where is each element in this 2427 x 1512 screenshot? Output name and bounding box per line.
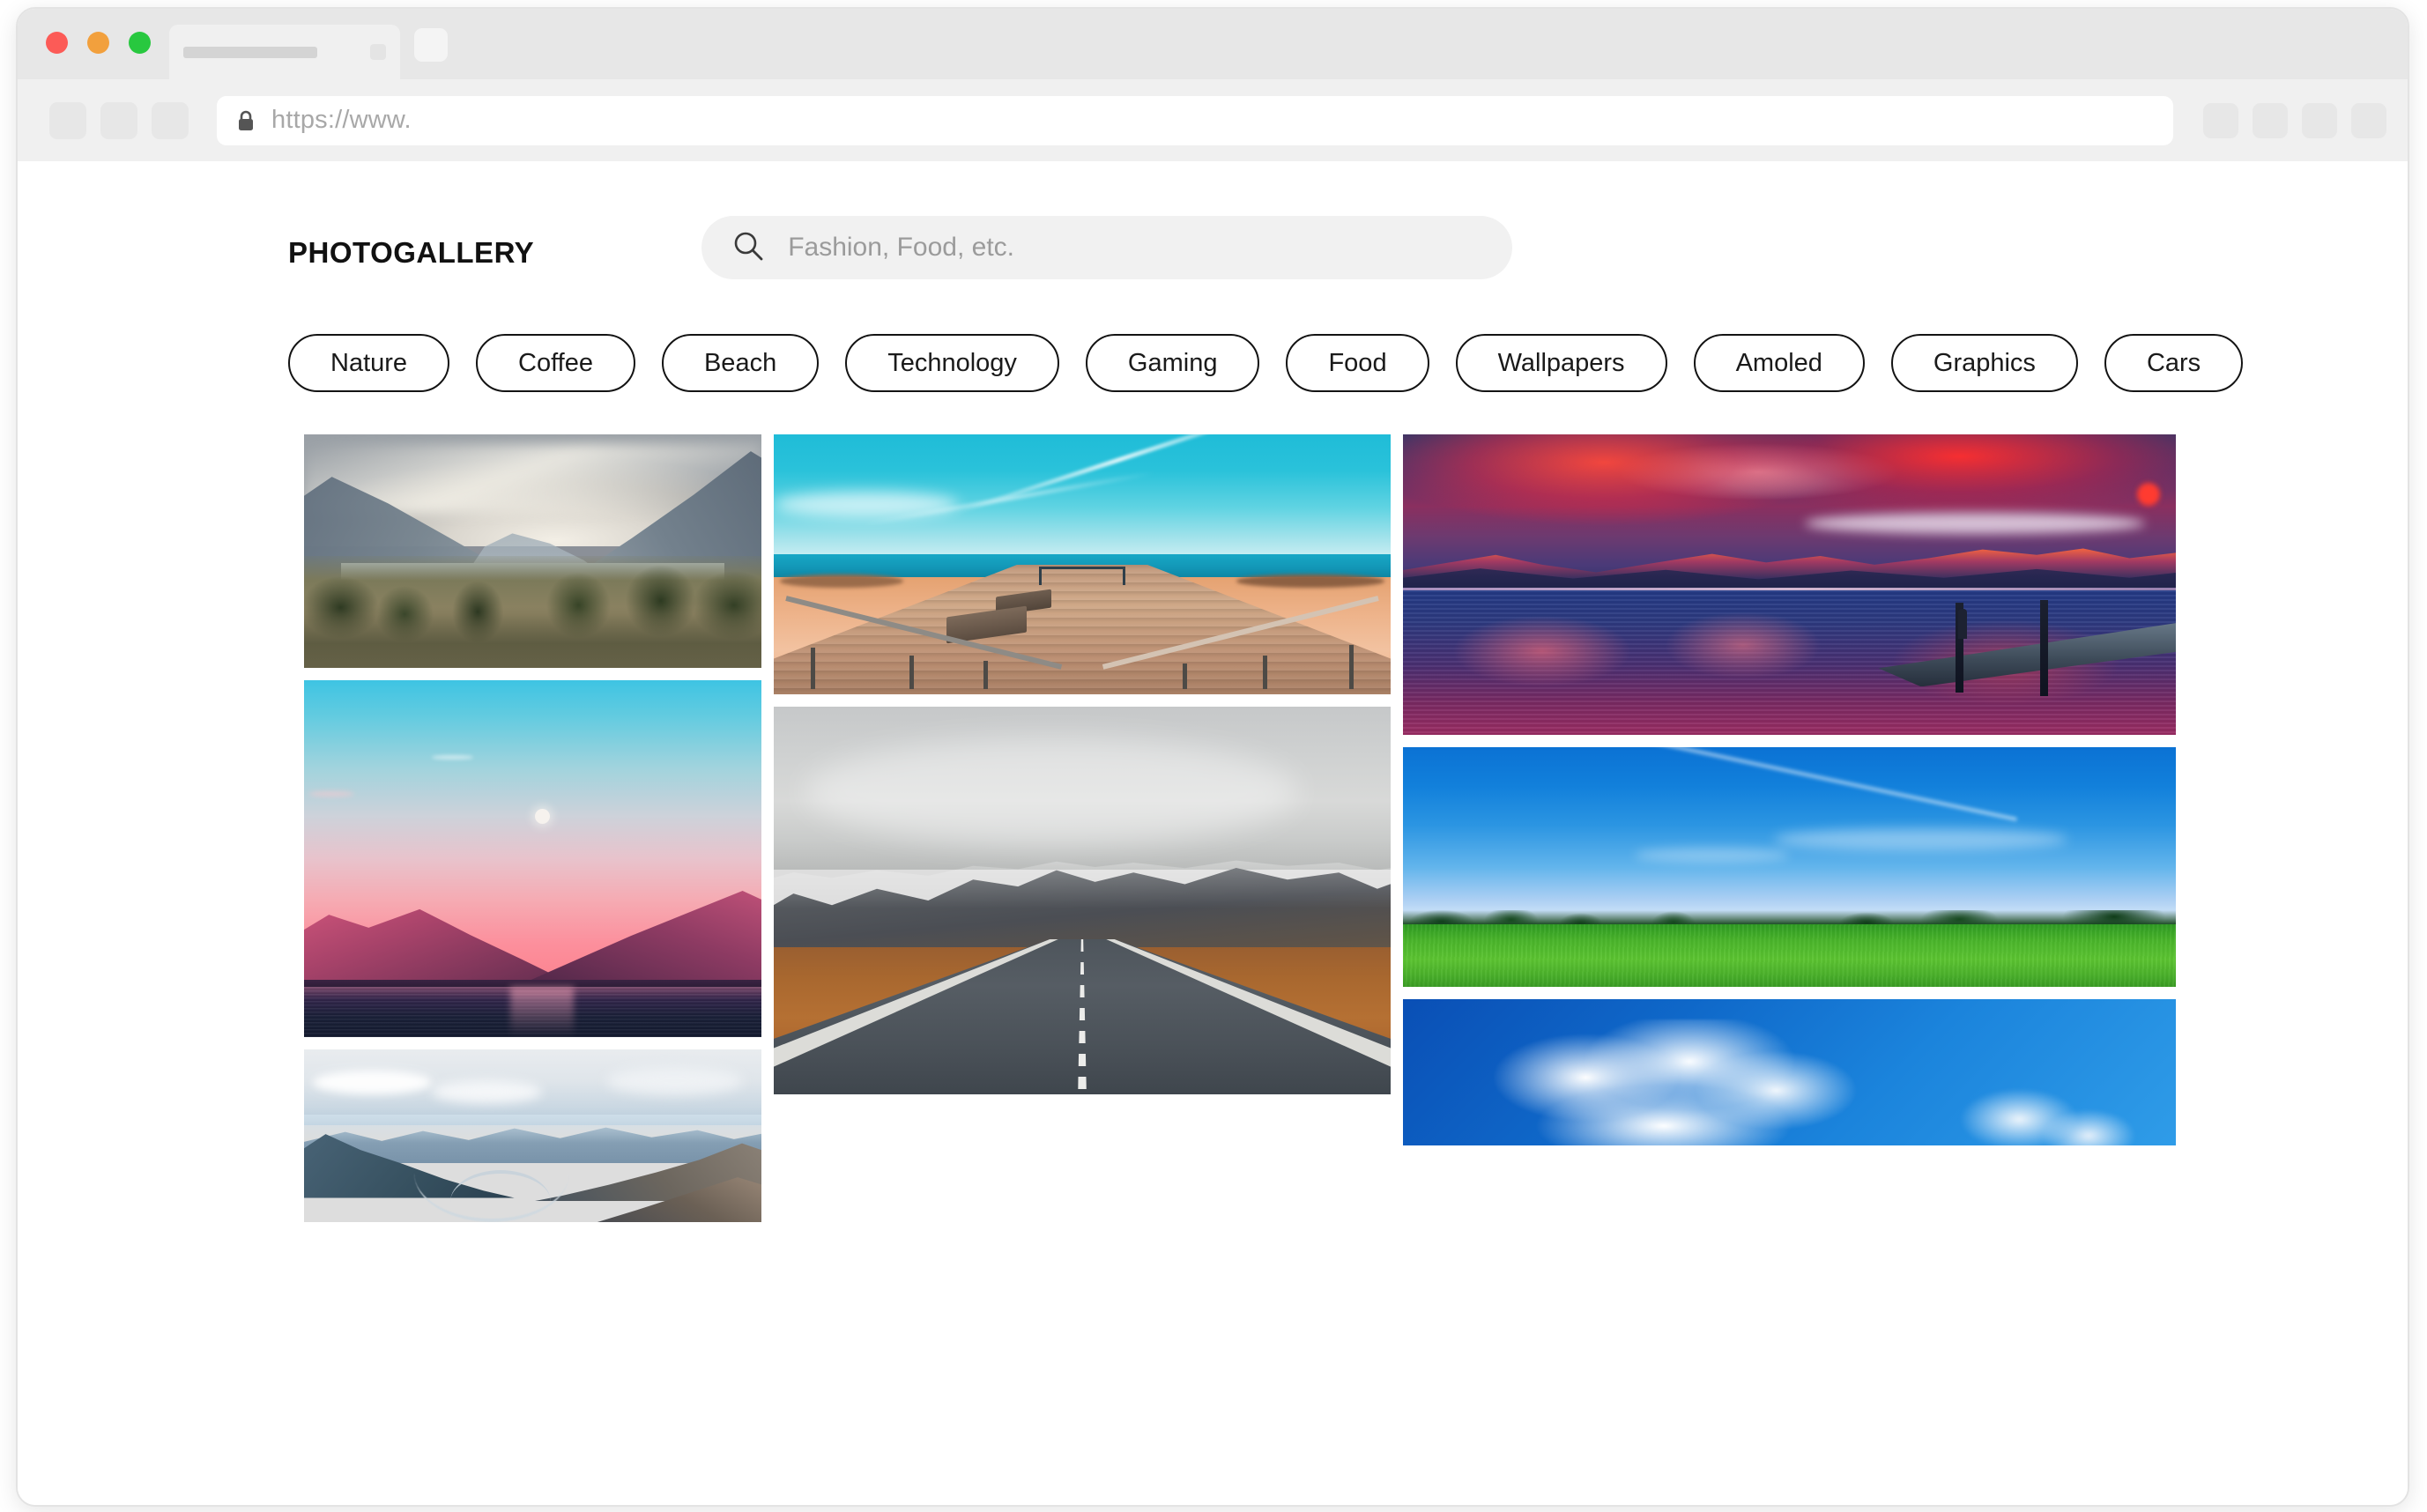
tab-close-icon[interactable] (370, 44, 386, 60)
category-chip-amoled[interactable]: Amoled (1693, 334, 1865, 392)
minimize-window-button[interactable] (87, 32, 109, 54)
photo-card-red-sunset-pier[interactable] (1403, 434, 2176, 735)
photo-card-beach-boardwalk[interactable] (774, 434, 1391, 694)
browser-tab[interactable] (169, 25, 400, 79)
photo-card-mountain-lake[interactable] (304, 434, 761, 668)
maximize-window-button[interactable] (129, 32, 151, 54)
photo-card-iceland-road[interactable] (774, 707, 1391, 1094)
extension-button[interactable] (2203, 102, 2238, 138)
back-button[interactable] (49, 101, 86, 139)
search-placeholder-text: Fashion, Food, etc. (788, 233, 1014, 262)
category-chip-gaming[interactable]: Gaming (1085, 334, 1260, 392)
category-chip-graphics[interactable]: Graphics (1890, 334, 2078, 392)
toolbar-right-buttons (2203, 102, 2386, 138)
photo-card-aerial-river[interactable] (304, 1049, 761, 1222)
browser-window: https://www. PhotoGallery (16, 7, 2409, 1507)
address-bar[interactable]: https://www. (217, 95, 2173, 145)
site-header: PhotoGallery Fashion, Food, etc. (18, 161, 2408, 279)
category-chip-beach[interactable]: Beach (661, 334, 820, 392)
category-chip-coffee[interactable]: Coffee (476, 334, 635, 392)
photo-card-clouds[interactable] (1403, 999, 2176, 1145)
category-chip-technology[interactable]: Technology (845, 334, 1059, 392)
bookmark-button[interactable] (2302, 102, 2337, 138)
category-chip-row[interactable]: Nature Coffee Beach Technology Gaming Fo… (18, 334, 2408, 392)
brand-logo[interactable]: PhotoGallery (288, 224, 534, 272)
photo-card-green-field[interactable] (1403, 747, 2176, 987)
photo-grid-column-3 (1403, 434, 2176, 1145)
category-chip-wallpapers[interactable]: Wallpapers (1455, 334, 1667, 392)
search-icon (731, 229, 765, 267)
profile-button[interactable] (2253, 102, 2288, 138)
close-window-button[interactable] (46, 32, 68, 54)
menu-button[interactable] (2351, 102, 2386, 138)
window-traffic-lights (46, 32, 151, 54)
photo-gallery-page: PhotoGallery Fashion, Food, etc. Nature … (18, 161, 2408, 1505)
photo-grid (18, 434, 2408, 1222)
search-input[interactable]: Fashion, Food, etc. (701, 216, 1513, 279)
photo-card-pink-sunset[interactable] (304, 680, 761, 1037)
category-chip-food[interactable]: Food (1286, 334, 1429, 392)
new-tab-button[interactable] (414, 28, 448, 62)
browser-tab-strip (18, 9, 2408, 79)
category-chip-nature[interactable]: Nature (288, 334, 450, 392)
category-chip-cars[interactable]: Cars (2104, 334, 2244, 392)
page-viewport: PhotoGallery Fashion, Food, etc. Nature … (18, 161, 2408, 1505)
forward-button[interactable] (100, 101, 137, 139)
tab-title-placeholder (183, 46, 317, 58)
browser-toolbar: https://www. (18, 79, 2408, 161)
address-bar-url: https://www. (271, 106, 412, 134)
photo-grid-column-1 (304, 434, 761, 1222)
reload-button[interactable] (152, 101, 189, 139)
photo-grid-column-2 (774, 434, 1391, 1094)
lock-icon (236, 109, 256, 132)
